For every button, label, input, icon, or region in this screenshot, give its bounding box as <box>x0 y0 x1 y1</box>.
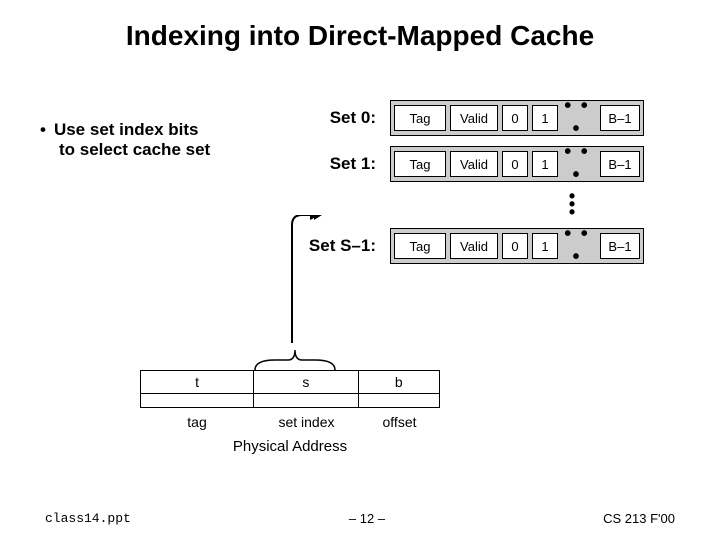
byte1-cell: 1 <box>532 105 558 131</box>
valid-cell: Valid <box>450 105 498 131</box>
bullet-line1: Use set index bits <box>54 120 199 139</box>
byteLast-cell: B–1 <box>600 105 640 131</box>
set1-label: Set 1: <box>300 154 390 174</box>
valid-cell: Valid <box>450 233 498 259</box>
valid-cell: Valid <box>450 151 498 177</box>
addr-setindex-label: set index <box>254 414 359 430</box>
footer-course: CS 213 F'00 <box>603 511 675 526</box>
addr-b: b <box>359 371 439 393</box>
tag-cell: Tag <box>394 151 446 177</box>
hdots-icon: • • • <box>558 223 596 269</box>
cache-line-1: Tag Valid 0 1 • • • B–1 <box>390 146 644 182</box>
byte0-cell: 0 <box>502 151 528 177</box>
byteLast-cell: B–1 <box>600 233 640 259</box>
tag-cell: Tag <box>394 233 446 259</box>
addr-t: t <box>141 371 254 393</box>
addr-offset-label: offset <box>359 414 440 430</box>
byte1-cell: 1 <box>532 151 558 177</box>
hdots-icon: • • • <box>558 95 596 141</box>
physical-address-diagram: t s b tag set index offset Physical Addr… <box>140 370 440 455</box>
footer: class14.ppt – 12 – CS 213 F'00 <box>0 511 720 526</box>
addr-tag-label: tag <box>140 414 254 430</box>
tag-cell: Tag <box>394 105 446 131</box>
vdots-icon: ••• <box>500 192 644 216</box>
brace-icon <box>250 342 340 372</box>
byte0-cell: 0 <box>502 233 528 259</box>
byte1-cell: 1 <box>532 233 558 259</box>
cache-sets-diagram: Set 0: Tag Valid 0 1 • • • B–1 Set 1: Ta… <box>300 100 644 274</box>
hdots-icon: • • • <box>558 141 596 187</box>
addr-bits-row: t s b <box>140 370 440 394</box>
set-row-1: Set 1: Tag Valid 0 1 • • • B–1 <box>300 146 644 182</box>
byte0-cell: 0 <box>502 105 528 131</box>
set-row-last: Set S–1: Tag Valid 0 1 • • • B–1 <box>300 228 644 264</box>
physical-address-label: Physical Address <box>140 438 440 455</box>
addr-thin-row <box>140 394 440 408</box>
set-row-0: Set 0: Tag Valid 0 1 • • • B–1 <box>300 100 644 136</box>
bullet-text: • Use set index bits to select cache set <box>40 120 280 160</box>
setLast-label: Set S–1: <box>300 236 390 256</box>
set0-label: Set 0: <box>300 108 390 128</box>
cache-line-last: Tag Valid 0 1 • • • B–1 <box>390 228 644 264</box>
footer-page: – 12 – <box>349 511 385 526</box>
addr-s: s <box>254 371 358 393</box>
addr-labels-row: tag set index offset <box>140 414 440 430</box>
bullet-dot-icon: • <box>40 120 46 140</box>
byteLast-cell: B–1 <box>600 151 640 177</box>
page-title: Indexing into Direct-Mapped Cache <box>0 0 720 52</box>
footer-filename: class14.ppt <box>45 511 131 526</box>
bullet-line2: to select cache set <box>59 140 280 160</box>
cache-line-0: Tag Valid 0 1 • • • B–1 <box>390 100 644 136</box>
